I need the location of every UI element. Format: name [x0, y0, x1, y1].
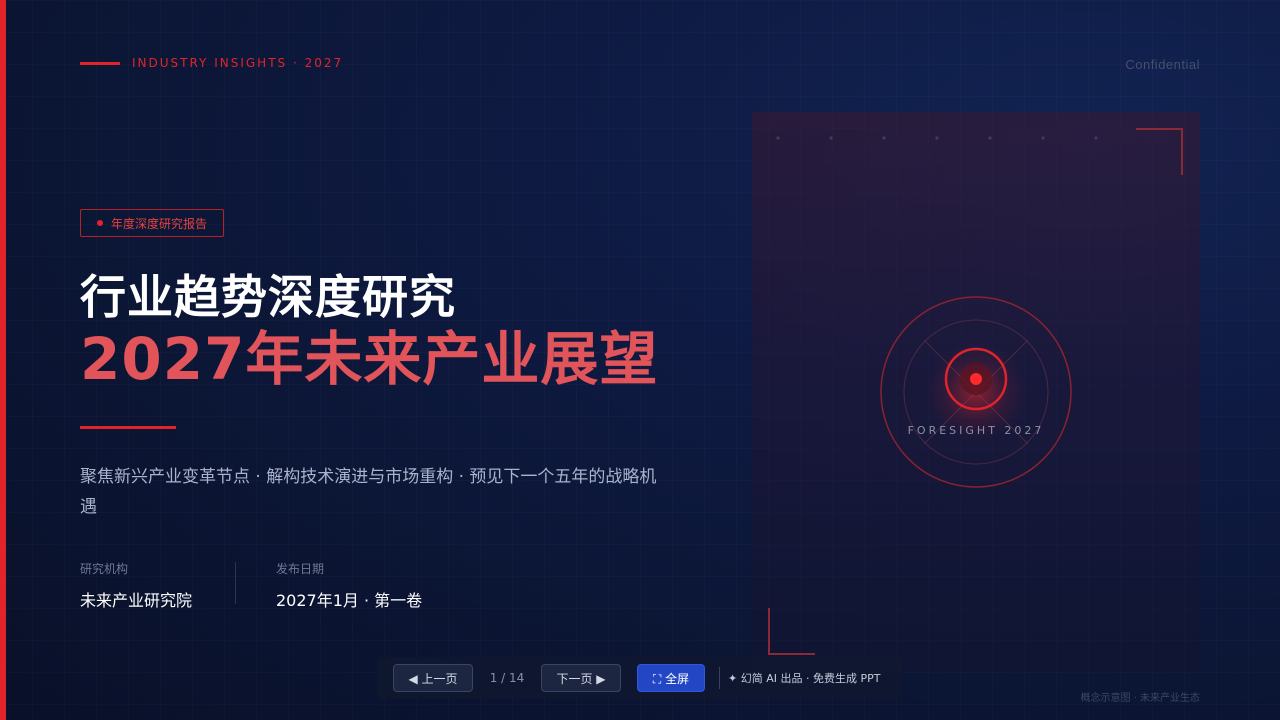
fullscreen-button[interactable]: ⛶ 全屏 — [637, 664, 705, 692]
report-tag: 年度深度研究报告 — [80, 209, 225, 237]
org-label: 研究机构 — [80, 562, 129, 576]
date-value: 2027年1月 · 第一卷 — [276, 591, 423, 610]
brand-note[interactable]: ✦ 幻简 AI 出品 · 免费生成 PPT — [728, 670, 880, 686]
meta-divider — [235, 562, 236, 604]
target-icon — [880, 296, 1072, 488]
tag-label: 年度深度研究报告 — [111, 216, 208, 231]
date-label: 发布日期 — [276, 562, 325, 576]
next-page-button[interactable]: 下一页 ▶ — [541, 664, 621, 692]
corner-bracket-top-right — [1136, 128, 1183, 175]
page-title: 行业趋势深度研究 — [80, 270, 456, 324]
tag-dot-icon — [97, 220, 103, 226]
meta-organization: 研究机构 未来产业研究院 — [80, 560, 192, 611]
meta-date: 发布日期 2027年1月 · 第一卷 — [276, 560, 422, 611]
brand-accent-line — [80, 62, 120, 65]
visual-caption: FORESIGHT 2027 — [907, 424, 1045, 437]
title-divider — [80, 426, 176, 429]
corner-bracket-bottom-left — [768, 608, 815, 655]
summary-text: 聚焦新兴产业变革节点 · 解构技术演进与市场重构 · 预见下一个五年的战略机遇 — [80, 467, 657, 517]
confidential-label: Confidential — [1125, 57, 1200, 72]
org-value: 未来产业研究院 — [80, 591, 193, 610]
panel-dot-row — [776, 136, 1098, 140]
page-counter: 1 / 14 — [489, 671, 525, 685]
slide-controls: ◀ 上一页 1 / 14 下一页 ▶ ⛶ 全屏 ✦ 幻简 AI 出品 · 免费生… — [377, 657, 902, 699]
left-accent-bar — [0, 0, 6, 720]
page-subtitle-title: 2027年未来产业展望 — [80, 325, 659, 393]
controls-divider — [719, 667, 720, 689]
brand-label: INDUSTRY INSIGHTS · 2027 — [132, 56, 344, 70]
prev-page-button[interactable]: ◀ 上一页 — [393, 664, 473, 692]
visual-footnote: 概念示意图 · 未来产业生态 — [1080, 693, 1200, 704]
